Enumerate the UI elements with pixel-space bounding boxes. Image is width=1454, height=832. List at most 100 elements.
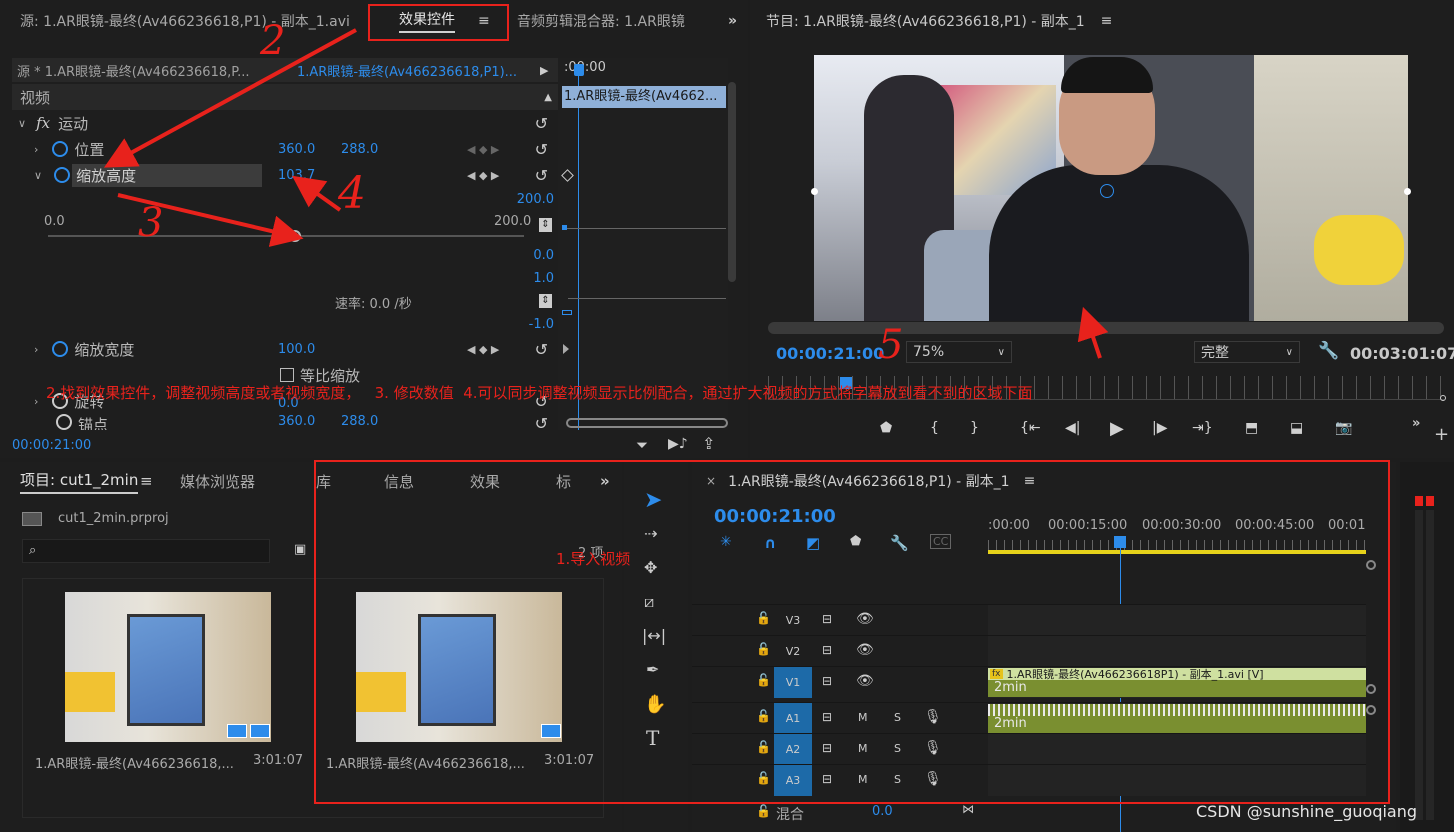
- settings-wrench-icon[interactable]: 🔧: [1318, 341, 1339, 361]
- meter-bar: [1415, 510, 1423, 820]
- keyframe-nav-icon[interactable]: ◀ ◆ ▶: [467, 143, 499, 156]
- mix-end-icon[interactable]: ⋈: [962, 802, 974, 816]
- expand-arrow-icon[interactable]: ∨: [18, 117, 26, 130]
- play-audio-icon[interactable]: ▶♪: [668, 436, 688, 452]
- step-back-icon[interactable]: ◀|: [1065, 420, 1080, 436]
- mini-clip-bar[interactable]: 1.AR眼镜-最终(Av4662...: [562, 86, 726, 108]
- more-panels-icon[interactable]: »: [728, 13, 737, 29]
- step-forward-icon[interactable]: |▶: [1152, 420, 1167, 436]
- graph-line: [568, 298, 726, 299]
- video-chair: [1314, 215, 1404, 285]
- anchor-label: 锚点: [78, 416, 109, 430]
- project-item-thumbnail[interactable]: [65, 592, 271, 742]
- search-icon: ⌕: [29, 543, 37, 558]
- collapse-icon[interactable]: ▲: [544, 92, 552, 103]
- add-button-icon[interactable]: +: [1434, 424, 1449, 445]
- program-timecode[interactable]: 00:00:21:00: [776, 344, 884, 363]
- go-to-in-icon[interactable]: {⇤: [1020, 420, 1041, 436]
- tab-media-browser[interactable]: 媒体浏览器: [180, 471, 255, 492]
- mini-timeline: :00:00 1.AR眼镜-最终(Av4662...: [558, 58, 728, 430]
- position-label: 位置: [74, 140, 105, 159]
- fx-icon[interactable]: fx: [36, 114, 50, 132]
- quality-select[interactable]: 完整 ∨: [1194, 341, 1300, 363]
- lift-icon[interactable]: ⬒: [1245, 420, 1258, 436]
- graph-fit-icon[interactable]: ⇕: [539, 294, 552, 308]
- meter-clip-indicator: [1426, 496, 1434, 506]
- instruction-caption: 2.找到效果控件，调整视频高度或者视频宽度， 3. 修改数值 4.可以同步调整视…: [46, 384, 1033, 402]
- step5-label: 5: [878, 322, 904, 368]
- meter-clip-indicator: [1415, 496, 1423, 506]
- anchor-x-value[interactable]: 360.0: [278, 414, 315, 429]
- stopwatch-icon[interactable]: [52, 141, 69, 157]
- menu-icon[interactable]: ≡: [1101, 13, 1113, 29]
- expand-arrow-icon[interactable]: ∨: [34, 169, 42, 182]
- position-row: › 位置 360.0 288.0 ◀ ◆ ▶ ↺: [12, 136, 558, 162]
- program-title[interactable]: 节目: 1.AR眼镜-最终(Av466236618,P1) - 副本_1: [766, 11, 1085, 31]
- reset-icon[interactable]: ↺: [535, 340, 548, 359]
- section-video-label: 视频: [20, 88, 51, 107]
- filter-icon[interactable]: ⏷: [636, 436, 648, 454]
- horizontal-scrollbar[interactable]: [566, 418, 728, 428]
- mark-out-icon[interactable]: }: [970, 420, 979, 436]
- anchor-crosshair-icon[interactable]: [1100, 184, 1114, 198]
- extract-icon[interactable]: ⬓: [1290, 420, 1303, 436]
- program-scroll-bar[interactable]: [768, 322, 1444, 334]
- keyframe-small-icon: [562, 225, 567, 230]
- video-badge-icon: [227, 724, 247, 738]
- step1-label: 1.导入视频: [556, 550, 631, 568]
- mix-value[interactable]: 0.0: [872, 804, 893, 819]
- scale-slider-track[interactable]: [48, 235, 524, 237]
- keyframe-nav-icon[interactable]: ◀ ◆ ▶: [467, 343, 499, 356]
- keyframe-nav-icon[interactable]: ◀ ◆ ▶: [467, 169, 499, 182]
- uniform-scale-checkbox[interactable]: [280, 368, 294, 382]
- sequence-clip-label[interactable]: 1.AR眼镜-最终(Av466236618,P1)...: [297, 61, 517, 80]
- camera-icon[interactable]: 📷: [1335, 420, 1352, 436]
- stopwatch-icon[interactable]: [52, 341, 69, 357]
- lock-icon[interactable]: 🔓: [756, 804, 771, 818]
- menu-icon[interactable]: ≡: [140, 472, 153, 490]
- keyframe-icon[interactable]: [561, 169, 574, 182]
- new-bin-icon[interactable]: ▣: [294, 542, 306, 557]
- reset-icon[interactable]: ↺: [535, 114, 548, 133]
- go-to-out-icon[interactable]: ⇥}: [1192, 420, 1213, 436]
- keyframe-icon[interactable]: [563, 344, 569, 354]
- expand-arrow-icon[interactable]: ›: [34, 395, 38, 408]
- video-person-hair: [1061, 57, 1153, 93]
- tab-audio-mixer[interactable]: 音频剪辑混合器: 1.AR眼镜: [517, 11, 697, 31]
- video-person-body: [989, 165, 1249, 321]
- anchor-y-value[interactable]: 288.0: [341, 414, 378, 429]
- tab-project[interactable]: 项目: cut1_2min: [20, 469, 139, 494]
- play-icon[interactable]: ▶: [1110, 418, 1124, 439]
- reset-icon[interactable]: ↺: [535, 140, 548, 159]
- stopwatch-icon[interactable]: [54, 167, 71, 183]
- position-y-value[interactable]: 288.0: [341, 142, 378, 157]
- play-only-icon[interactable]: ▶: [540, 64, 548, 77]
- mark-in-icon[interactable]: {: [930, 420, 939, 436]
- position-x-value[interactable]: 360.0: [278, 142, 315, 157]
- tab-source[interactable]: 源: 1.AR眼镜-最终(Av466236618,P1) - 副本_1.avi: [20, 11, 350, 31]
- motion-row: ∨ fx 运动 ↺: [12, 110, 558, 136]
- stopwatch-icon[interactable]: [56, 414, 72, 430]
- more-panels-icon[interactable]: »: [1412, 416, 1420, 431]
- zoom-select[interactable]: 75% ∨: [906, 341, 1012, 363]
- add-marker-icon[interactable]: ⬟: [880, 420, 892, 436]
- project-search-input[interactable]: ⌕: [22, 539, 270, 563]
- meter-bar: [1426, 510, 1434, 820]
- graph-fit-icon[interactable]: ⇕: [539, 218, 552, 232]
- mini-playhead[interactable]: [574, 64, 584, 76]
- transform-handle[interactable]: [811, 188, 818, 195]
- reset-icon[interactable]: ↺: [535, 166, 548, 185]
- export-icon[interactable]: ⇪: [702, 434, 715, 453]
- effects-scrollbar[interactable]: [728, 82, 736, 282]
- keyframe-small-icon: [562, 310, 572, 315]
- section-video-row: 视频 ▲: [12, 84, 558, 110]
- step2-label: 2: [260, 18, 286, 64]
- reset-icon[interactable]: ↺: [535, 414, 548, 430]
- master-clip-label[interactable]: 源 * 1.AR眼镜-最终(Av466236618,P...: [17, 61, 249, 80]
- scale-width-value[interactable]: 100.0: [278, 342, 315, 357]
- expand-arrow-icon[interactable]: ›: [34, 343, 38, 356]
- expand-arrow-icon[interactable]: ›: [34, 143, 38, 156]
- scale-slider-knob[interactable]: [288, 230, 301, 242]
- transform-handle[interactable]: [1404, 188, 1411, 195]
- scale-height-value[interactable]: 103.7: [278, 168, 315, 183]
